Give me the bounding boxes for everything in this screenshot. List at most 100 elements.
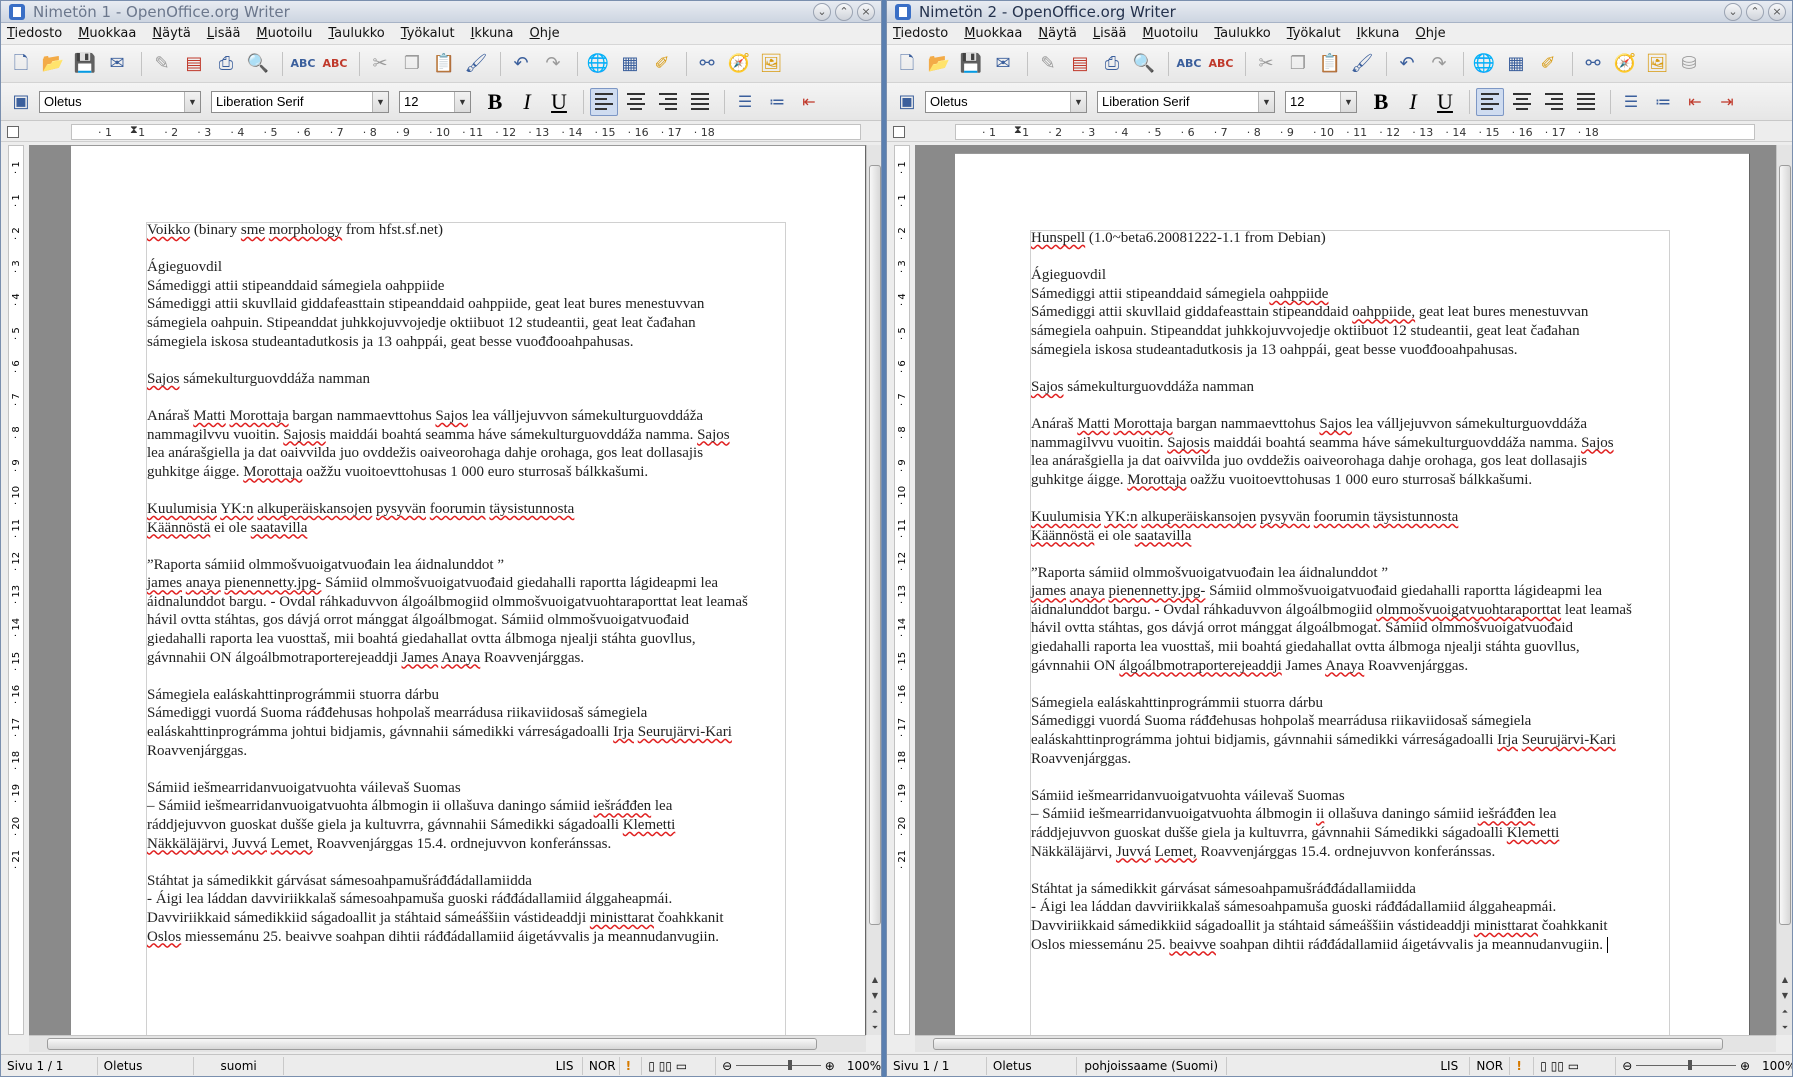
styles-formatting-icon[interactable]: ▣	[893, 88, 921, 116]
text-line[interactable]: Anáraš Matti Morottaja bargan nammaevtto…	[1031, 415, 1632, 434]
text-line[interactable]: Sámiid iešmearridanvuoigatvuohta váileva…	[147, 779, 748, 798]
table-icon[interactable]: ▦	[616, 50, 644, 78]
text-line[interactable]: – Sámiid iešmearridanvuoigatvuohta álbmo…	[1031, 805, 1632, 824]
status-language[interactable]: suomi	[194, 1056, 284, 1075]
text-line[interactable]: Oslos miessemánu 25. beaivve soahpan dih…	[147, 928, 748, 947]
text-line[interactable]	[1031, 248, 1632, 267]
menu-format[interactable]: Muotoilu	[256, 26, 312, 41]
undo-icon[interactable]: ↶	[507, 50, 535, 78]
chevron-down-icon[interactable]: ▼	[1070, 91, 1086, 112]
text-line[interactable]: guhkitge áigge. Morottaja oažžu vuoitoev…	[147, 463, 748, 482]
align-center-button[interactable]	[1508, 88, 1536, 116]
text-line[interactable]: ráddjejuvvon guoskat duššе giela ja kult…	[1031, 824, 1632, 843]
status-language[interactable]: pohjoissaame (Suomi)	[1077, 1056, 1227, 1075]
text-line[interactable]: hávil ovtta stáhtas, gos dávjá orrot mán…	[1031, 619, 1632, 638]
horizontal-scrollbar[interactable]	[915, 1035, 1776, 1052]
menu-edit[interactable]: Muokkaa	[78, 26, 136, 41]
text-line[interactable]: lea anárašgiella ja dat oaivvilda juo ov…	[147, 444, 748, 463]
menu-table[interactable]: Taulukko	[1214, 26, 1270, 41]
chevron-down-icon[interactable]: ▼	[1258, 91, 1274, 112]
text-line[interactable]: james anaya pienennetty.jpg- Sámiid olmm…	[1031, 582, 1632, 601]
font-size-select[interactable]: 12 ▼	[1285, 90, 1357, 113]
align-left-button[interactable]	[1476, 87, 1504, 116]
text-line[interactable]: giedahalli raporta lea vuosttaš, mii boa…	[1031, 638, 1632, 657]
open-folder-icon[interactable]: 📂	[39, 50, 67, 78]
scroll-up-icon[interactable]: ▲	[1778, 973, 1792, 987]
increase-indent-icon[interactable]: ⇥	[1713, 88, 1741, 116]
text-line[interactable]: sámegiela oahpuin. Stipeanddat juhkkojuv…	[1031, 322, 1632, 341]
font-name-select[interactable]: Liberation Serif ▼	[1097, 90, 1275, 113]
text-line[interactable]: Davviriikkaid sámedikkiid ságadoallit ja…	[1031, 917, 1632, 936]
text-line[interactable]: giedahalli raporta lea vuosttaš, mii boa…	[147, 630, 748, 649]
text-line[interactable]: áidnalunddot bargu. - Ovdal ráhkaduvvon …	[1031, 601, 1632, 620]
text-line[interactable]	[147, 537, 748, 556]
scroll-down-icon[interactable]: ▼	[1778, 989, 1792, 1003]
close-button[interactable]: ×	[1768, 2, 1786, 21]
bullets-icon[interactable]: ≔	[1649, 88, 1677, 116]
text-line[interactable]: Sámediggi vuordá Suoma ráđđehusas hohpol…	[1031, 712, 1632, 731]
minimize-button[interactable]: ⌄	[1724, 2, 1742, 21]
menu-insert[interactable]: Lisää	[207, 26, 241, 41]
status-page[interactable]: Sivu 1 / 1	[887, 1056, 987, 1075]
text-line[interactable]: - Áigi lea láddan davviriikkalaš sámesoa…	[1031, 898, 1632, 917]
status-page[interactable]: Sivu 1 / 1	[1, 1056, 98, 1075]
export-pdf-icon[interactable]: ▤	[1066, 50, 1094, 78]
menu-view[interactable]: Näytä	[152, 26, 190, 41]
scroll-down-icon[interactable]: ▼	[868, 989, 881, 1003]
italic-button[interactable]: I	[513, 88, 541, 116]
text-line[interactable]: Anáraš Matti Morottaja bargan nammaevtto…	[147, 407, 748, 426]
text-line[interactable]: lea anárašgiella ja dat oaivvilda juo ov…	[1031, 452, 1632, 471]
horizontal-ruler[interactable]: · 1 · 1 · 2 · 3 · 4 · 5 · 6 · 7 · 8 · 9 · 10 · 11 · …	[71, 123, 861, 140]
spellcheck-icon[interactable]: ABC	[289, 50, 317, 78]
gallery-icon[interactable]: 🖼	[1643, 50, 1671, 78]
menu-window[interactable]: Ikkuna	[471, 26, 514, 41]
next-page-icon[interactable]: ⏷	[868, 1021, 881, 1035]
text-line[interactable]	[147, 240, 748, 259]
text-line[interactable]: Ágieguovdil	[1031, 266, 1632, 285]
text-line[interactable]: gávnnahii ON álgoálbmotraporterejeaddji …	[1031, 657, 1632, 676]
find-binoculars-icon[interactable]: ⚯	[693, 50, 721, 78]
vertical-ruler[interactable]: · 1 · 1 · 2 · 3 · 4 · 5 · 6 · 7 · 8 · 9 · 10 · 11 · …	[894, 145, 910, 1035]
menu-tools[interactable]: Työkalut	[1287, 26, 1341, 41]
indent-marker-icon[interactable]: ⧗	[1014, 123, 1022, 137]
status-page-style[interactable]: Oletus	[98, 1056, 195, 1075]
text-line[interactable]	[1031, 768, 1632, 787]
text-line[interactable]: guhkitge áigge. Morottaja oažžu vuoitoev…	[1031, 471, 1632, 490]
text-line[interactable]	[147, 481, 748, 500]
tab-type-selector[interactable]	[7, 126, 19, 138]
justify-button[interactable]	[686, 88, 714, 116]
save-icon[interactable]: 💾	[71, 50, 99, 78]
zoom-in-icon[interactable]: ⊕	[825, 1057, 835, 1075]
document-modified-icon[interactable]: !	[1510, 1056, 1535, 1075]
document-text[interactable]: Voikko (binary sme morphology from hfst.…	[147, 221, 748, 946]
find-binoculars-icon[interactable]: ⚯	[1579, 50, 1607, 78]
redo-icon[interactable]: ↷	[1425, 50, 1453, 78]
text-line[interactable]: Sámediggi attii skuvllaid giddafeasttain…	[147, 295, 748, 314]
paste-icon[interactable]: 📋	[1316, 50, 1344, 78]
text-line[interactable]: nammagilvvu vuoitin. Sajosis maiddái boa…	[1031, 434, 1632, 453]
text-line[interactable]: sámegiela iskosa studeantadutkosis ja 13…	[147, 333, 748, 352]
text-line[interactable]: Käännöstä ei ole saatavilla	[1031, 527, 1632, 546]
text-line[interactable]: Davviriikkaid sámedikkiid ságadoallit ja…	[147, 909, 748, 928]
text-line[interactable]: ealáskahttinprográmma johtui bidjamis, g…	[147, 723, 748, 742]
status-page-style[interactable]: Oletus	[987, 1056, 1077, 1075]
print-icon[interactable]: ⎙	[212, 50, 240, 78]
text-line[interactable]: Voikko (binary sme morphology from hfst.…	[147, 221, 748, 240]
zoom-out-icon[interactable]: ⊖	[722, 1057, 732, 1075]
save-icon[interactable]: 💾	[957, 50, 985, 78]
open-folder-icon[interactable]: 📂	[925, 50, 953, 78]
copy-icon[interactable]: ❐	[1284, 50, 1312, 78]
text-line[interactable]: ráddjejuvvon guoskat duššе giela ja kult…	[147, 816, 748, 835]
status-insert-mode[interactable]: LIS	[1434, 1056, 1471, 1075]
menu-file[interactable]: Tiedosto	[893, 26, 948, 41]
text-line[interactable]: Sámegiela ealáskahttinprográmmii stuorra…	[147, 686, 748, 705]
text-line[interactable]	[1031, 359, 1632, 378]
bullets-icon[interactable]: ≔	[763, 88, 791, 116]
scroll-up-icon[interactable]: ▲	[868, 973, 881, 987]
text-line[interactable]: Ágieguovdil	[147, 258, 748, 277]
scroll-thumb[interactable]	[1779, 165, 1791, 925]
vertical-scrollbar[interactable]: ▲ ▼ ⏶ ⏷	[1776, 145, 1792, 1035]
document-modified-icon[interactable]: !	[620, 1056, 643, 1075]
navigator-icon[interactable]: 🧭	[725, 50, 753, 78]
cut-icon[interactable]: ✂	[1252, 50, 1280, 78]
